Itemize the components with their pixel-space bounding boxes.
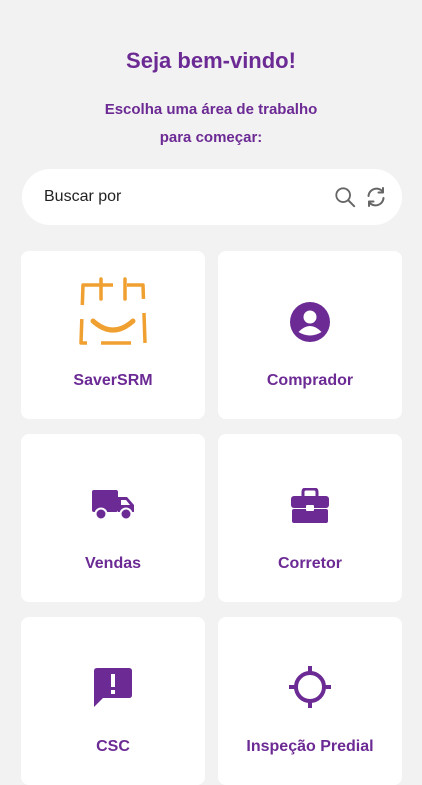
workspace-card-csc[interactable]: CSC (21, 617, 205, 785)
workspace-label: Vendas (84, 555, 142, 572)
workspace-label: SaverSRM (73, 372, 153, 389)
workspace-card-comprador[interactable]: Comprador (218, 251, 402, 419)
workspace-label: CSC (96, 738, 130, 755)
shopping-bag-smile-logo (79, 277, 147, 345)
workspace-card-inspecao-predial[interactable]: Inspeção Predial (218, 617, 402, 785)
account-circle-icon (290, 302, 330, 342)
search-icon[interactable] (334, 186, 356, 208)
workspace-label: Corretor (277, 555, 342, 572)
briefcase-icon (291, 488, 329, 523)
search-input[interactable] (44, 169, 324, 225)
search-bar (22, 169, 402, 225)
workspace-label: Inspeção Predial (246, 738, 374, 755)
truck-icon (92, 490, 134, 521)
refresh-icon[interactable] (364, 185, 388, 209)
subtitle-line-2: para começar: (159, 129, 263, 146)
workspace-card-saversrm[interactable]: SaverSRM (21, 251, 205, 419)
workspace-label: Comprador (266, 372, 354, 389)
workspace-card-vendas[interactable]: Vendas (21, 434, 205, 602)
workspace-card-corretor[interactable]: Corretor (218, 434, 402, 602)
page-subtitle: Escolha uma área de trabalho para começa… (0, 96, 422, 152)
crosshair-icon (289, 666, 331, 708)
subtitle-line-1: Escolha uma área de trabalho (104, 101, 318, 118)
page-title: Seja bem-vindo! (126, 48, 296, 73)
alert-message-icon (94, 668, 132, 707)
